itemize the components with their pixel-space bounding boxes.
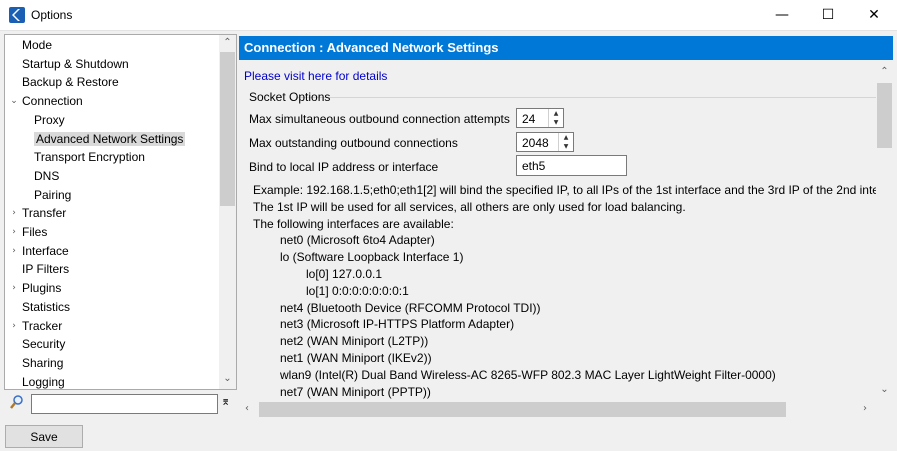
sidebar-item-label: Logging (22, 374, 65, 389)
tree-scroll-thumb[interactable] (220, 52, 235, 206)
socket-options-legend: Socket Options (249, 90, 331, 104)
options-tree: Mode Startup & Shutdown Backup & Restore ⌄ C… (4, 34, 237, 390)
sidebar-item-label: Interface (22, 243, 69, 258)
details-link[interactable]: Please visit here for details (244, 69, 387, 83)
sidebar-item-label: Transport Encryption (34, 150, 145, 165)
sidebar-item-label: Backup & Restore (22, 75, 119, 90)
sidebar-item[interactable]: › Transfer (12, 204, 67, 222)
horizontal-scroll-thumb[interactable] (259, 402, 786, 417)
page-title: Connection : Advanced Network Settings (239, 36, 893, 60)
info-line: The following interfaces are available: (253, 216, 454, 231)
clear-filter-icon[interactable]: ⌆ (221, 395, 230, 408)
max-outstanding-label: Max outstanding outbound connections (249, 136, 458, 150)
scroll-up-icon[interactable]: ⌃ (876, 66, 893, 77)
info-line: net4 (Bluetooth Device (RFCOMM Protocol … (280, 300, 541, 315)
sidebar-item-label: Proxy (34, 112, 65, 127)
chevron-right-icon[interactable]: › (9, 242, 19, 260)
info-line: lo[1] 0:0:0:0:0:0:0:1 (306, 283, 409, 298)
spin-down-icon[interactable]: ▼ (549, 118, 563, 127)
search-icon (10, 395, 23, 409)
sidebar-item-label: Statistics (22, 299, 71, 314)
info-line: Example: 192.168.1.5;eth0;eth1[2] will b… (253, 183, 883, 197)
bind-address-label: Bind to local IP address or interface (249, 160, 439, 174)
info-line: wlan9 (Intel(R) Dual Band Wireless-AC 82… (280, 367, 776, 382)
sidebar-item-label: Startup & Shutdown (22, 56, 129, 71)
info-line: net0 (Microsoft 6to4 Adapter) (280, 233, 435, 248)
info-line: The 1st IP will be used for all services… (253, 199, 686, 214)
scroll-down-icon[interactable]: ⌄ (219, 373, 236, 384)
sidebar-item[interactable]: Statistics (22, 298, 70, 316)
scroll-left-icon[interactable]: ‹ (241, 403, 253, 414)
maximize-button[interactable]: ☐ (805, 0, 851, 30)
app-icon (9, 7, 25, 23)
settings-horizontal-scrollbar[interactable]: ‹ › (239, 401, 876, 418)
info-line: net7 (WAN Miniport (PPTP)) (280, 384, 431, 399)
sidebar-item[interactable]: › Files (12, 223, 48, 241)
max-attempts-label: Max simultaneous outbound connection att… (249, 112, 510, 126)
max-attempts-value[interactable]: 24 (522, 112, 535, 126)
save-button[interactable]: Save (5, 425, 83, 448)
sidebar-item[interactable]: Logging (22, 373, 65, 389)
sidebar-item[interactable]: Security (22, 335, 65, 353)
settings-panel: Please visit here for details Socket Opt… (239, 62, 893, 417)
spin-up-icon[interactable]: ▲ (549, 109, 563, 118)
sidebar-item-label: Connection (22, 94, 83, 109)
group-divider (296, 97, 876, 98)
info-line: net2 (WAN Miniport (L2TP)) (280, 334, 429, 349)
sidebar-item[interactable]: › Plugins (12, 279, 62, 297)
vertical-scroll-thumb[interactable] (877, 83, 892, 148)
max-outstanding-value[interactable]: 2048 (522, 136, 549, 150)
sidebar-item[interactable]: Backup & Restore (22, 73, 119, 91)
sidebar-item-label: Pairing (34, 187, 72, 202)
search-input[interactable] (31, 394, 218, 414)
info-line: net1 (WAN Miniport (IKEv2)) (280, 351, 432, 365)
bind-address-input[interactable] (516, 155, 627, 176)
chevron-right-icon[interactable]: › (9, 223, 19, 241)
spin-up-icon[interactable]: ▲ (559, 133, 573, 142)
spin-down-icon[interactable]: ▼ (559, 142, 573, 151)
sidebar-item[interactable]: Mode (22, 36, 52, 54)
sidebar-item[interactable]: Pairing (34, 186, 71, 204)
sidebar-item-label: Advanced Network Settings (34, 131, 186, 146)
settings-vertical-scrollbar[interactable]: ⌃ ⌄ (876, 62, 893, 401)
sidebar-item[interactable]: ⌄ Connection (10, 92, 83, 110)
chevron-right-icon[interactable]: › (9, 317, 19, 335)
sidebar-item[interactable]: › Tracker (12, 317, 63, 335)
sidebar-item[interactable]: IP Filters (22, 260, 69, 278)
info-line: lo[0] 127.0.0.1 (306, 267, 383, 281)
max-attempts-spinner[interactable]: 24 ▲ ▼ (516, 108, 564, 128)
scroll-down-icon[interactable]: ⌄ (876, 384, 893, 395)
sidebar-item[interactable]: DNS (34, 167, 59, 185)
info-line: net3 (Microsoft IP-HTTPS Platform Adapte… (280, 317, 515, 332)
tree-scrollbar[interactable]: ⌃ ⌄ (219, 35, 236, 389)
sidebar-item-label: Transfer (22, 206, 67, 221)
sidebar-item[interactable]: Sharing (22, 354, 63, 372)
sidebar-item[interactable]: Transport Encryption (34, 148, 145, 166)
sidebar-item-label: Sharing (22, 355, 64, 370)
sidebar-item-label: Tracker (22, 318, 63, 333)
chevron-right-icon[interactable]: › (9, 204, 19, 222)
scroll-right-icon[interactable]: › (859, 403, 871, 414)
title-bar: Options — ☐ ✕ (0, 0, 897, 31)
sidebar-item[interactable]: Advanced Network Settings (34, 130, 186, 148)
sidebar-item-label: IP Filters (22, 262, 70, 277)
info-line: lo (Software Loopback Interface 1) (280, 250, 464, 265)
sidebar-item-label: DNS (34, 168, 60, 183)
sidebar-item[interactable]: › Interface (12, 242, 69, 260)
sidebar-item-label: Mode (22, 38, 53, 52)
chevron-right-icon[interactable]: › (9, 279, 19, 297)
window-title: Options (31, 8, 73, 22)
sidebar-item-label: Security (22, 337, 66, 352)
close-button[interactable]: ✕ (851, 0, 897, 30)
minimize-button[interactable]: — (759, 0, 805, 30)
sidebar-item[interactable]: Startup & Shutdown (22, 55, 129, 73)
max-outstanding-spinner[interactable]: 2048 ▲ ▼ (516, 132, 574, 152)
sidebar-item[interactable]: Proxy (34, 111, 65, 129)
sidebar-item-label: Files (22, 225, 48, 239)
chevron-down-icon[interactable]: ⌄ (9, 92, 19, 110)
scroll-up-icon[interactable]: ⌃ (219, 37, 236, 48)
sidebar-item-label: Plugins (22, 281, 62, 296)
